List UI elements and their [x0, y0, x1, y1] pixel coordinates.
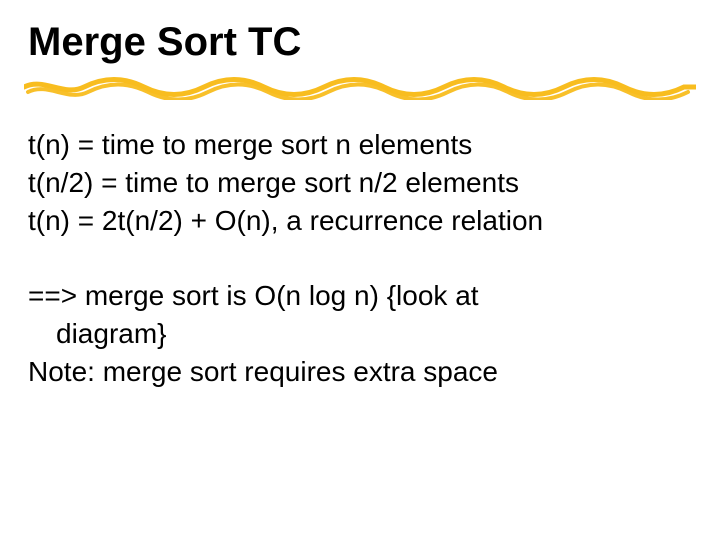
- wave-underline-icon: [24, 74, 696, 100]
- body-line-3: t(n) = 2t(n/2) + O(n), a recurrence rela…: [28, 202, 692, 240]
- paragraph-gap: [28, 239, 692, 277]
- body-line-1: t(n) = time to merge sort n elements: [28, 126, 692, 164]
- body-line-2: t(n/2) = time to merge sort n/2 elements: [28, 164, 692, 202]
- body-line-5: Note: merge sort requires extra space: [28, 353, 692, 391]
- title-underline: [28, 74, 692, 100]
- slide-title: Merge Sort TC: [28, 20, 692, 64]
- body-line-4a: ==> merge sort is O(n log n) {look at: [28, 277, 692, 315]
- slide-body: t(n) = time to merge sort n elements t(n…: [28, 126, 692, 391]
- body-line-4b: diagram}: [28, 315, 692, 353]
- slide: Merge Sort TC t(n) = time to merge sort …: [0, 0, 720, 540]
